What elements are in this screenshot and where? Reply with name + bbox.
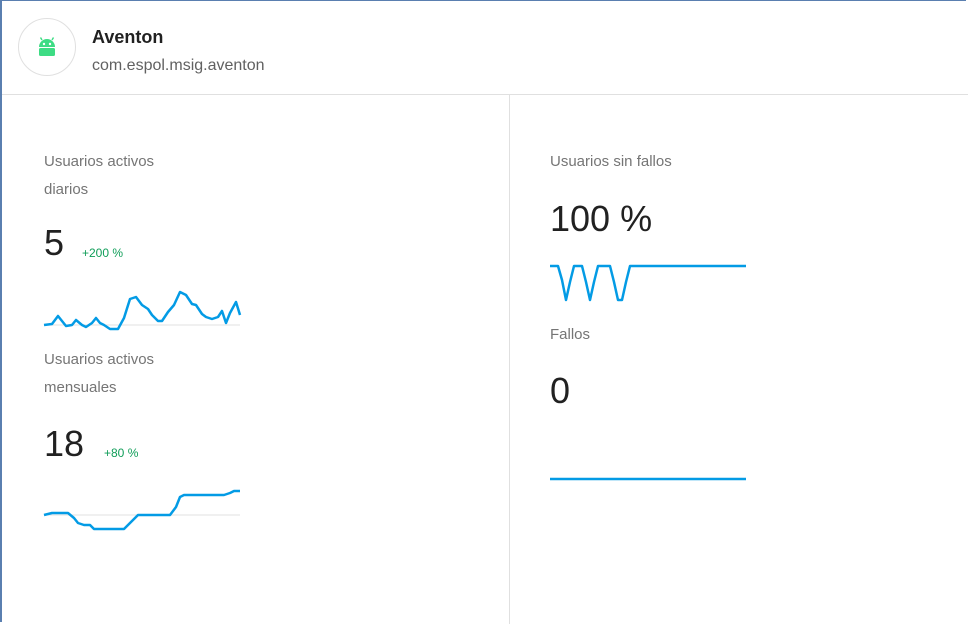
crash-free-value: 100 % (550, 198, 653, 239)
daily-active-label-line2: diarios (44, 181, 89, 198)
monthly-active-label-line1: Usuarios activos (44, 351, 155, 368)
daily-active-label: Usuarios activos diarios (44, 148, 154, 204)
monthly-active-sparkline (43, 489, 240, 531)
monthly-active-label: Usuarios activos mensuales (44, 346, 154, 402)
daily-active-sparkline (43, 290, 242, 331)
monthly-active-value: 18 (44, 423, 85, 464)
crashes-label: Fallos (550, 326, 591, 343)
daily-active-change: +200 % (82, 246, 124, 260)
app-header: Aventon com.espol.msig.aventon (2, 1, 968, 95)
crash-free-sparkline (550, 264, 746, 302)
app-icon-button[interactable] (18, 18, 76, 76)
crashes-value: 0 (550, 370, 571, 411)
app-name[interactable]: Aventon (92, 27, 163, 48)
daily-active-label-line1: Usuarios activos (44, 153, 155, 170)
monthly-active-line (43, 489, 240, 531)
crash-free-label: Usuarios sin fallos (550, 153, 672, 170)
daily-active-value: 5 (44, 222, 65, 263)
daily-active-line (43, 290, 242, 331)
column-divider (509, 95, 510, 624)
app-package-name: com.espol.msig.aventon (92, 57, 265, 74)
monthly-active-change: +80 % (104, 446, 139, 460)
android-icon (39, 37, 55, 56)
crash-free-line (550, 264, 746, 302)
monthly-active-label-line2: mensuales (44, 379, 117, 396)
crashes-sparkline (550, 477, 746, 481)
